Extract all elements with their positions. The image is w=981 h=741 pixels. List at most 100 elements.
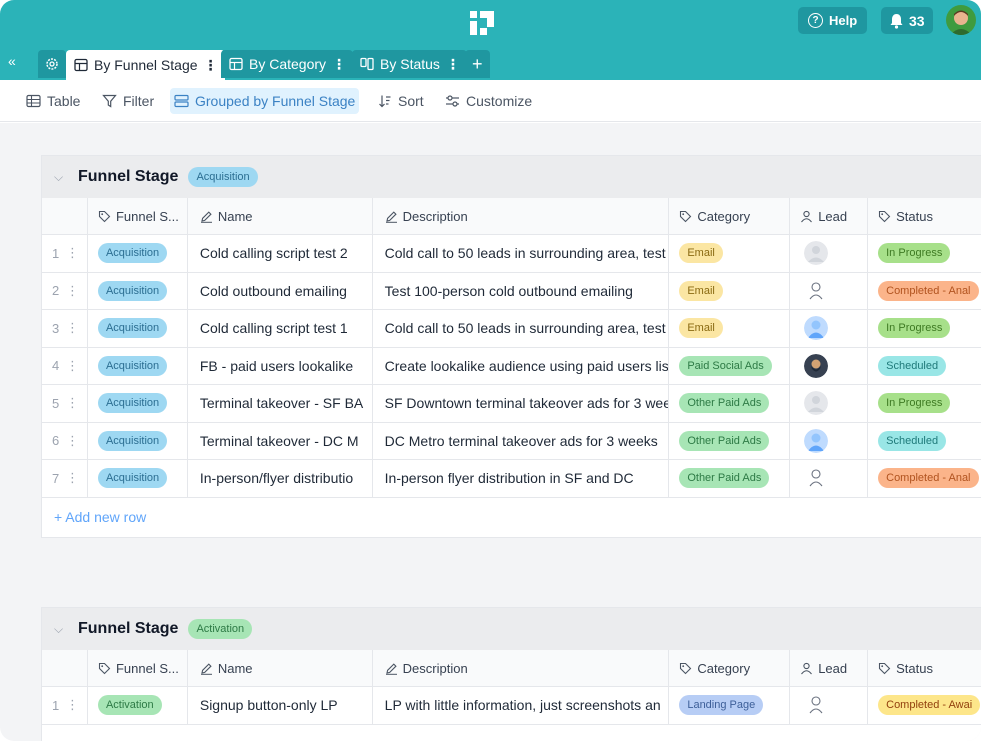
add-new-row-button[interactable]: + Add new row: [42, 498, 981, 537]
row-number: 3: [52, 320, 60, 336]
row-menu-icon[interactable]: ⋮: [66, 433, 79, 449]
tag-icon: [879, 210, 891, 222]
category-badge: Other Paid Ads: [679, 393, 770, 414]
pencil-icon: [385, 662, 397, 675]
description-cell[interactable]: Cold call to 50 leads in surrounding are…: [373, 235, 670, 272]
tab-by-funnel-stage[interactable]: By Funnel Stage ⋮: [66, 50, 225, 80]
table-row[interactable]: 1 ⋮ Activation Signup button-only LP LP w…: [42, 687, 981, 725]
column-header-category[interactable]: Category: [669, 198, 791, 234]
group-stage-badge: Activation: [188, 619, 253, 639]
chevron-down-icon[interactable]: ⌵: [54, 170, 68, 185]
tab-menu-icon[interactable]: ⋮: [332, 56, 346, 73]
name-cell[interactable]: Cold calling script test 1: [188, 310, 373, 347]
column-header-lead[interactable]: Lead: [790, 650, 869, 686]
filter-button[interactable]: Filter: [98, 88, 158, 114]
tab-by-status[interactable]: By Status ⋮: [352, 50, 467, 78]
table-row[interactable]: 1 ⋮ Acquisition Cold calling script test …: [42, 235, 981, 273]
column-header-description[interactable]: Description: [373, 650, 670, 686]
row-menu-icon[interactable]: ⋮: [66, 283, 79, 299]
row-menu-icon[interactable]: ⋮: [66, 697, 79, 713]
table-row[interactable]: 2 ⋮ Acquisition Cold outbound emailing Te…: [42, 272, 981, 310]
table-row[interactable]: 3 ⋮ Acquisition Cold calling script test …: [42, 310, 981, 348]
tab-menu-icon[interactable]: ⋮: [446, 56, 460, 73]
tag-icon: [98, 662, 111, 674]
row-menu-icon[interactable]: ⋮: [66, 395, 79, 411]
add-view-button[interactable]: +: [465, 50, 490, 78]
stage-badge: Acquisition: [97, 393, 168, 414]
collapse-sidebar-icon[interactable]: «: [8, 53, 16, 69]
description-cell[interactable]: In-person flyer distribution in SF and D…: [373, 460, 670, 497]
tab-by-category[interactable]: By Category ⋮: [221, 50, 354, 78]
table-row[interactable]: 5 ⋮ Acquisition Terminal takeover - SF BA…: [42, 385, 981, 423]
table-row[interactable]: 4 ⋮ Acquisition FB - paid users lookalike…: [42, 347, 981, 385]
column-header-funnel-stage[interactable]: Funnel S...: [88, 198, 188, 234]
app-logo-icon[interactable]: [468, 9, 498, 37]
group-title: Funnel Stage: [78, 620, 179, 637]
description-cell[interactable]: SF Downtown terminal takeover ads for 3 …: [373, 385, 670, 422]
group-by-label: Grouped by Funnel Stage: [195, 93, 356, 109]
table-view-label: Table: [47, 93, 81, 109]
column-header-lead[interactable]: Lead: [790, 198, 869, 234]
description-cell[interactable]: Create lookalike audience using paid use…: [373, 347, 670, 384]
table-icon: [26, 94, 41, 108]
group-by-button[interactable]: Grouped by Funnel Stage: [170, 88, 360, 114]
pencil-icon: [385, 210, 397, 223]
pencil-icon: [200, 662, 212, 675]
column-header-category[interactable]: Category: [669, 650, 791, 686]
help-button[interactable]: ? Help: [798, 7, 868, 34]
group-header[interactable]: ⌵ Funnel Stage Acquisition: [42, 156, 981, 198]
column-header-status[interactable]: Status: [868, 198, 981, 234]
notifications-button[interactable]: 33: [881, 7, 933, 34]
user-avatar[interactable]: [946, 5, 976, 35]
column-header-status[interactable]: Status: [868, 650, 981, 686]
row-menu-icon[interactable]: ⋮: [66, 470, 79, 486]
name-cell[interactable]: Cold outbound emailing: [188, 272, 373, 309]
tab-label: By Funnel Stage: [94, 57, 198, 73]
column-header-name[interactable]: Name: [188, 650, 373, 686]
table-view-button[interactable]: Table: [22, 88, 84, 114]
view-settings-button[interactable]: [38, 50, 66, 78]
row-menu-icon[interactable]: ⋮: [66, 245, 79, 261]
chevron-down-icon[interactable]: ⌵: [54, 622, 68, 637]
status-badge: Completed - Anal: [878, 468, 979, 489]
column-header-description[interactable]: Description: [373, 198, 670, 234]
name-cell[interactable]: Terminal takeover - DC M: [188, 422, 373, 459]
name-cell[interactable]: FB - paid users lookalike: [188, 347, 373, 384]
name-cell[interactable]: Cold calling script test 2: [188, 235, 373, 272]
row-number: 1: [52, 245, 60, 261]
row-menu-icon[interactable]: ⋮: [66, 358, 79, 374]
name-cell[interactable]: Terminal takeover - SF BA: [188, 385, 373, 422]
lead-avatar-blue: [804, 316, 829, 341]
description-cell[interactable]: Test 100-person cold outbound emailing: [373, 272, 670, 309]
sort-button[interactable]: Sort: [374, 88, 428, 114]
app-frame: ? Help 33 « By Funnel Stage ⋮ By Categor…: [0, 0, 981, 741]
name-cell[interactable]: In-person/flyer distributio: [188, 460, 373, 497]
column-header-name[interactable]: Name: [188, 198, 373, 234]
grouped-table-area[interactable]: ⌵ Funnel Stage Acquisition Funnel S... N…: [0, 123, 981, 741]
description-cell[interactable]: DC Metro terminal takeover ads for 3 wee…: [373, 422, 670, 459]
stage-badge: Acquisition: [97, 430, 168, 451]
person-icon: [801, 210, 813, 222]
name-cell[interactable]: Signup button-only LP: [188, 687, 373, 724]
top-bar: ? Help 33: [0, 0, 981, 44]
group-activation: ⌵ Funnel Stage Activation Funnel S... Na…: [41, 607, 981, 741]
description-cell[interactable]: LP with little information, just screens…: [373, 687, 670, 724]
tag-icon: [879, 662, 891, 674]
filter-label: Filter: [123, 93, 155, 109]
tab-menu-icon[interactable]: ⋮: [204, 57, 218, 74]
status-badge: Completed - Awai: [878, 695, 981, 716]
description-cell[interactable]: Cold call to 50 leads in surrounding are…: [373, 310, 670, 347]
lead-avatar-placeholder: [804, 241, 829, 266]
table-row[interactable]: 6 ⋮ Acquisition Terminal takeover - DC M …: [42, 422, 981, 460]
customize-button[interactable]: Customize: [441, 88, 536, 114]
tag-icon: [680, 210, 692, 222]
stage-badge: Acquisition: [97, 468, 168, 489]
table-row[interactable]: 7 ⋮ Acquisition In-person/flyer distribut…: [42, 460, 981, 498]
column-header-funnel-stage[interactable]: Funnel S...: [88, 650, 188, 686]
status-badge: Completed - Anal: [878, 280, 979, 301]
row-menu-icon[interactable]: ⋮: [66, 320, 79, 336]
help-icon: ?: [808, 13, 823, 28]
kanban-icon: [360, 57, 374, 71]
pencil-icon: [200, 210, 212, 223]
group-header[interactable]: ⌵ Funnel Stage Activation: [42, 608, 981, 650]
